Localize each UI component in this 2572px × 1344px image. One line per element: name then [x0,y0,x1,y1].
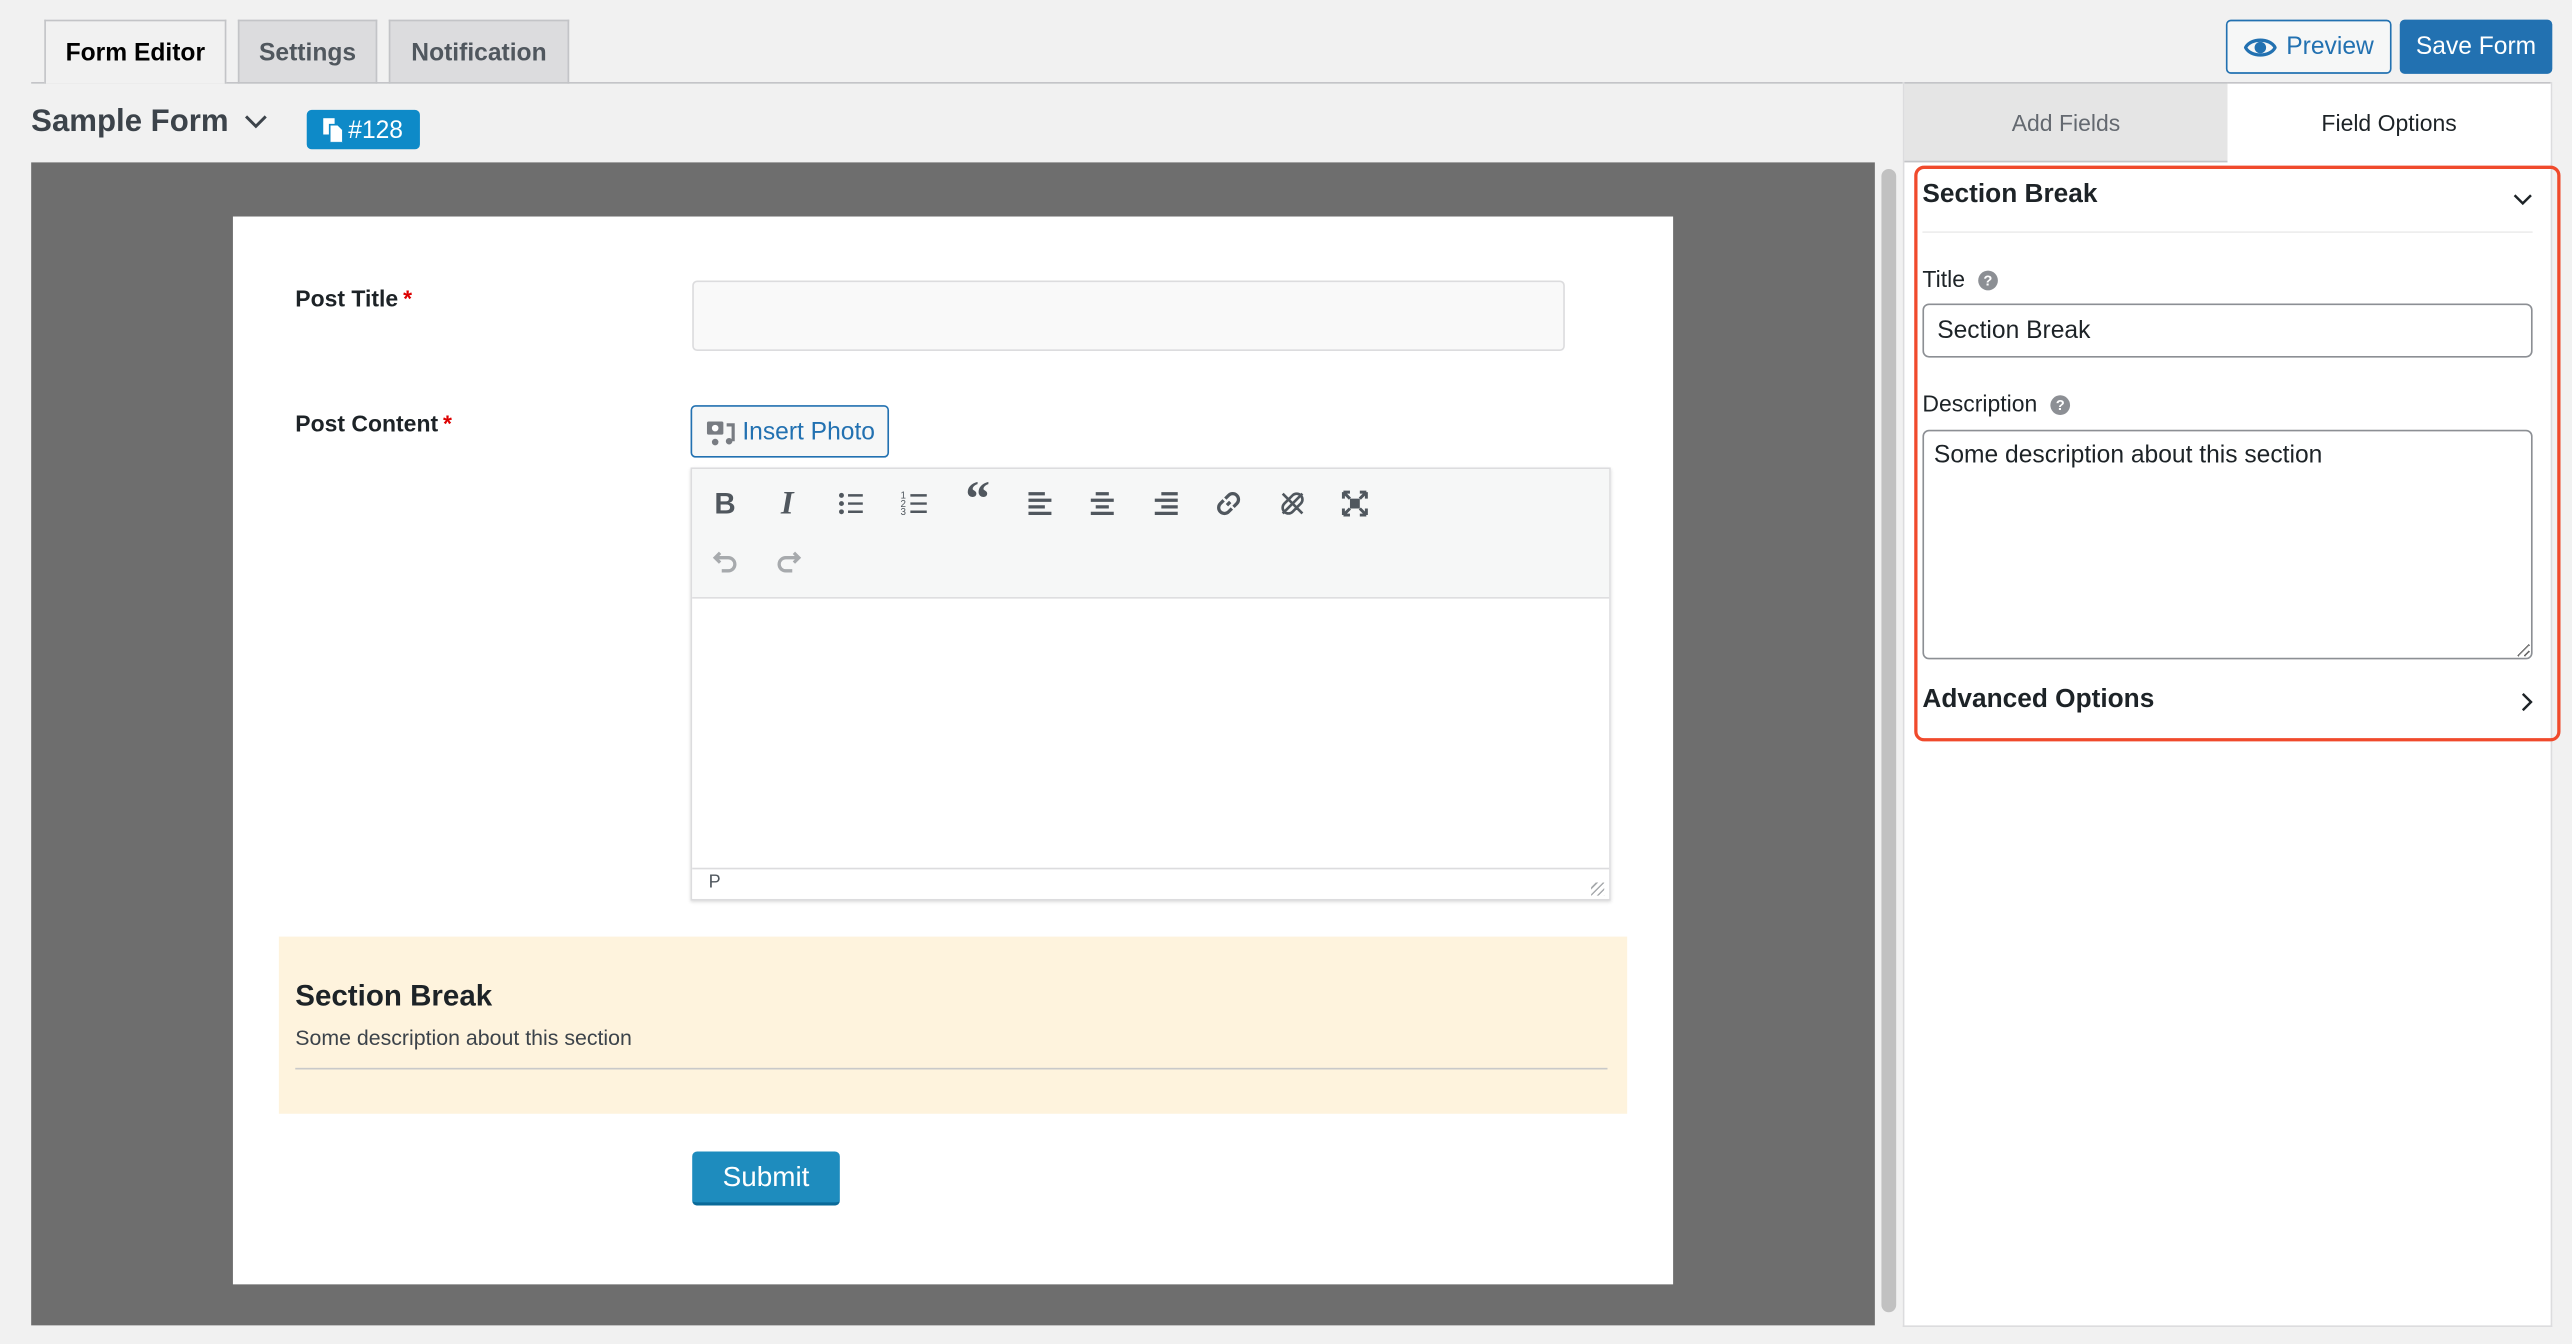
scrollbar[interactable] [1878,162,1902,1326]
tabs-divider [31,82,1905,84]
form-name[interactable]: Sample Form [31,105,228,141]
title-label: Title? [1922,266,1998,292]
form-builder: Form Editor Settings Notification Previe… [0,0,2572,1344]
advanced-options-toggle[interactable]: Advanced Options [1922,686,2154,716]
editor-statusbar: P [692,867,1610,899]
section-break-field[interactable]: Section Break Some description about thi… [278,936,1628,1114]
insert-photo-label: Insert Photo [742,417,875,446]
help-icon[interactable]: ? [1978,270,1998,291]
bold-icon[interactable]: B [707,486,743,522]
align-center-icon[interactable] [1084,486,1120,522]
section-break-description: Some description about this section [295,1025,632,1050]
resize-handle[interactable] [1591,882,1605,896]
redo-icon[interactable] [771,545,807,581]
numbered-list-icon[interactable]: 123 [897,486,933,522]
submit-button[interactable]: Submit [692,1151,840,1206]
help-icon[interactable]: ? [2050,395,2071,415]
preview-button[interactable]: Preview [2225,19,2392,74]
form-preview: Post Title * Post Content * Insert Photo B… [232,216,1674,1285]
scrollbar-thumb[interactable] [1881,168,1897,1313]
fullscreen-icon[interactable] [1337,486,1373,522]
description-label: Description? [1922,390,2071,417]
unlink-icon[interactable] [1275,486,1311,522]
chevron-down-icon[interactable] [2513,185,2533,215]
link-icon[interactable] [1211,486,1247,522]
section-break-title: Section Break [295,979,493,1013]
field-options-title: Section Break [1922,180,2098,209]
post-title-input[interactable] [692,280,1565,352]
description-textarea[interactable]: Some description about this section [1922,429,2533,660]
section-divider [295,1067,1608,1070]
rich-text-editor: B I 123 “ P [690,467,1611,901]
post-content-label: Post Content * [295,410,453,437]
element-path[interactable]: P [709,873,721,893]
svg-text:3: 3 [901,507,907,518]
options-divider [1922,231,2533,233]
undo-icon[interactable] [707,545,743,581]
media-icon [705,417,735,447]
post-title-label: Post Title * [295,285,413,312]
align-left-icon[interactable] [1022,486,1058,522]
editor-content-area[interactable] [692,598,1610,868]
title-input[interactable] [1922,303,2533,358]
tab-settings[interactable]: Settings [237,19,378,84]
italic-icon[interactable]: I [769,485,805,522]
tab-field-options[interactable]: Field Options [2227,82,2551,163]
editor-toolbar: B I 123 “ [692,469,1610,599]
blockquote-icon[interactable]: “ [960,472,996,526]
chevron-right-icon[interactable] [2520,691,2533,721]
bulleted-list-icon[interactable] [833,486,869,522]
preview-label: Preview [2286,32,2374,61]
form-id-badge[interactable]: #128 [306,109,420,150]
eye-icon [2243,35,2277,58]
form-id: #128 [348,115,404,144]
insert-photo-button[interactable]: Insert Photo [690,405,890,458]
tab-notification[interactable]: Notification [388,19,570,84]
tab-form-editor[interactable]: Form Editor [44,19,227,84]
copy-icon [323,117,344,142]
chevron-down-icon[interactable] [243,108,269,142]
save-form-button[interactable]: Save Form [2399,19,2553,74]
tab-add-fields[interactable]: Add Fields [1904,82,2228,163]
align-right-icon[interactable] [1148,486,1184,522]
